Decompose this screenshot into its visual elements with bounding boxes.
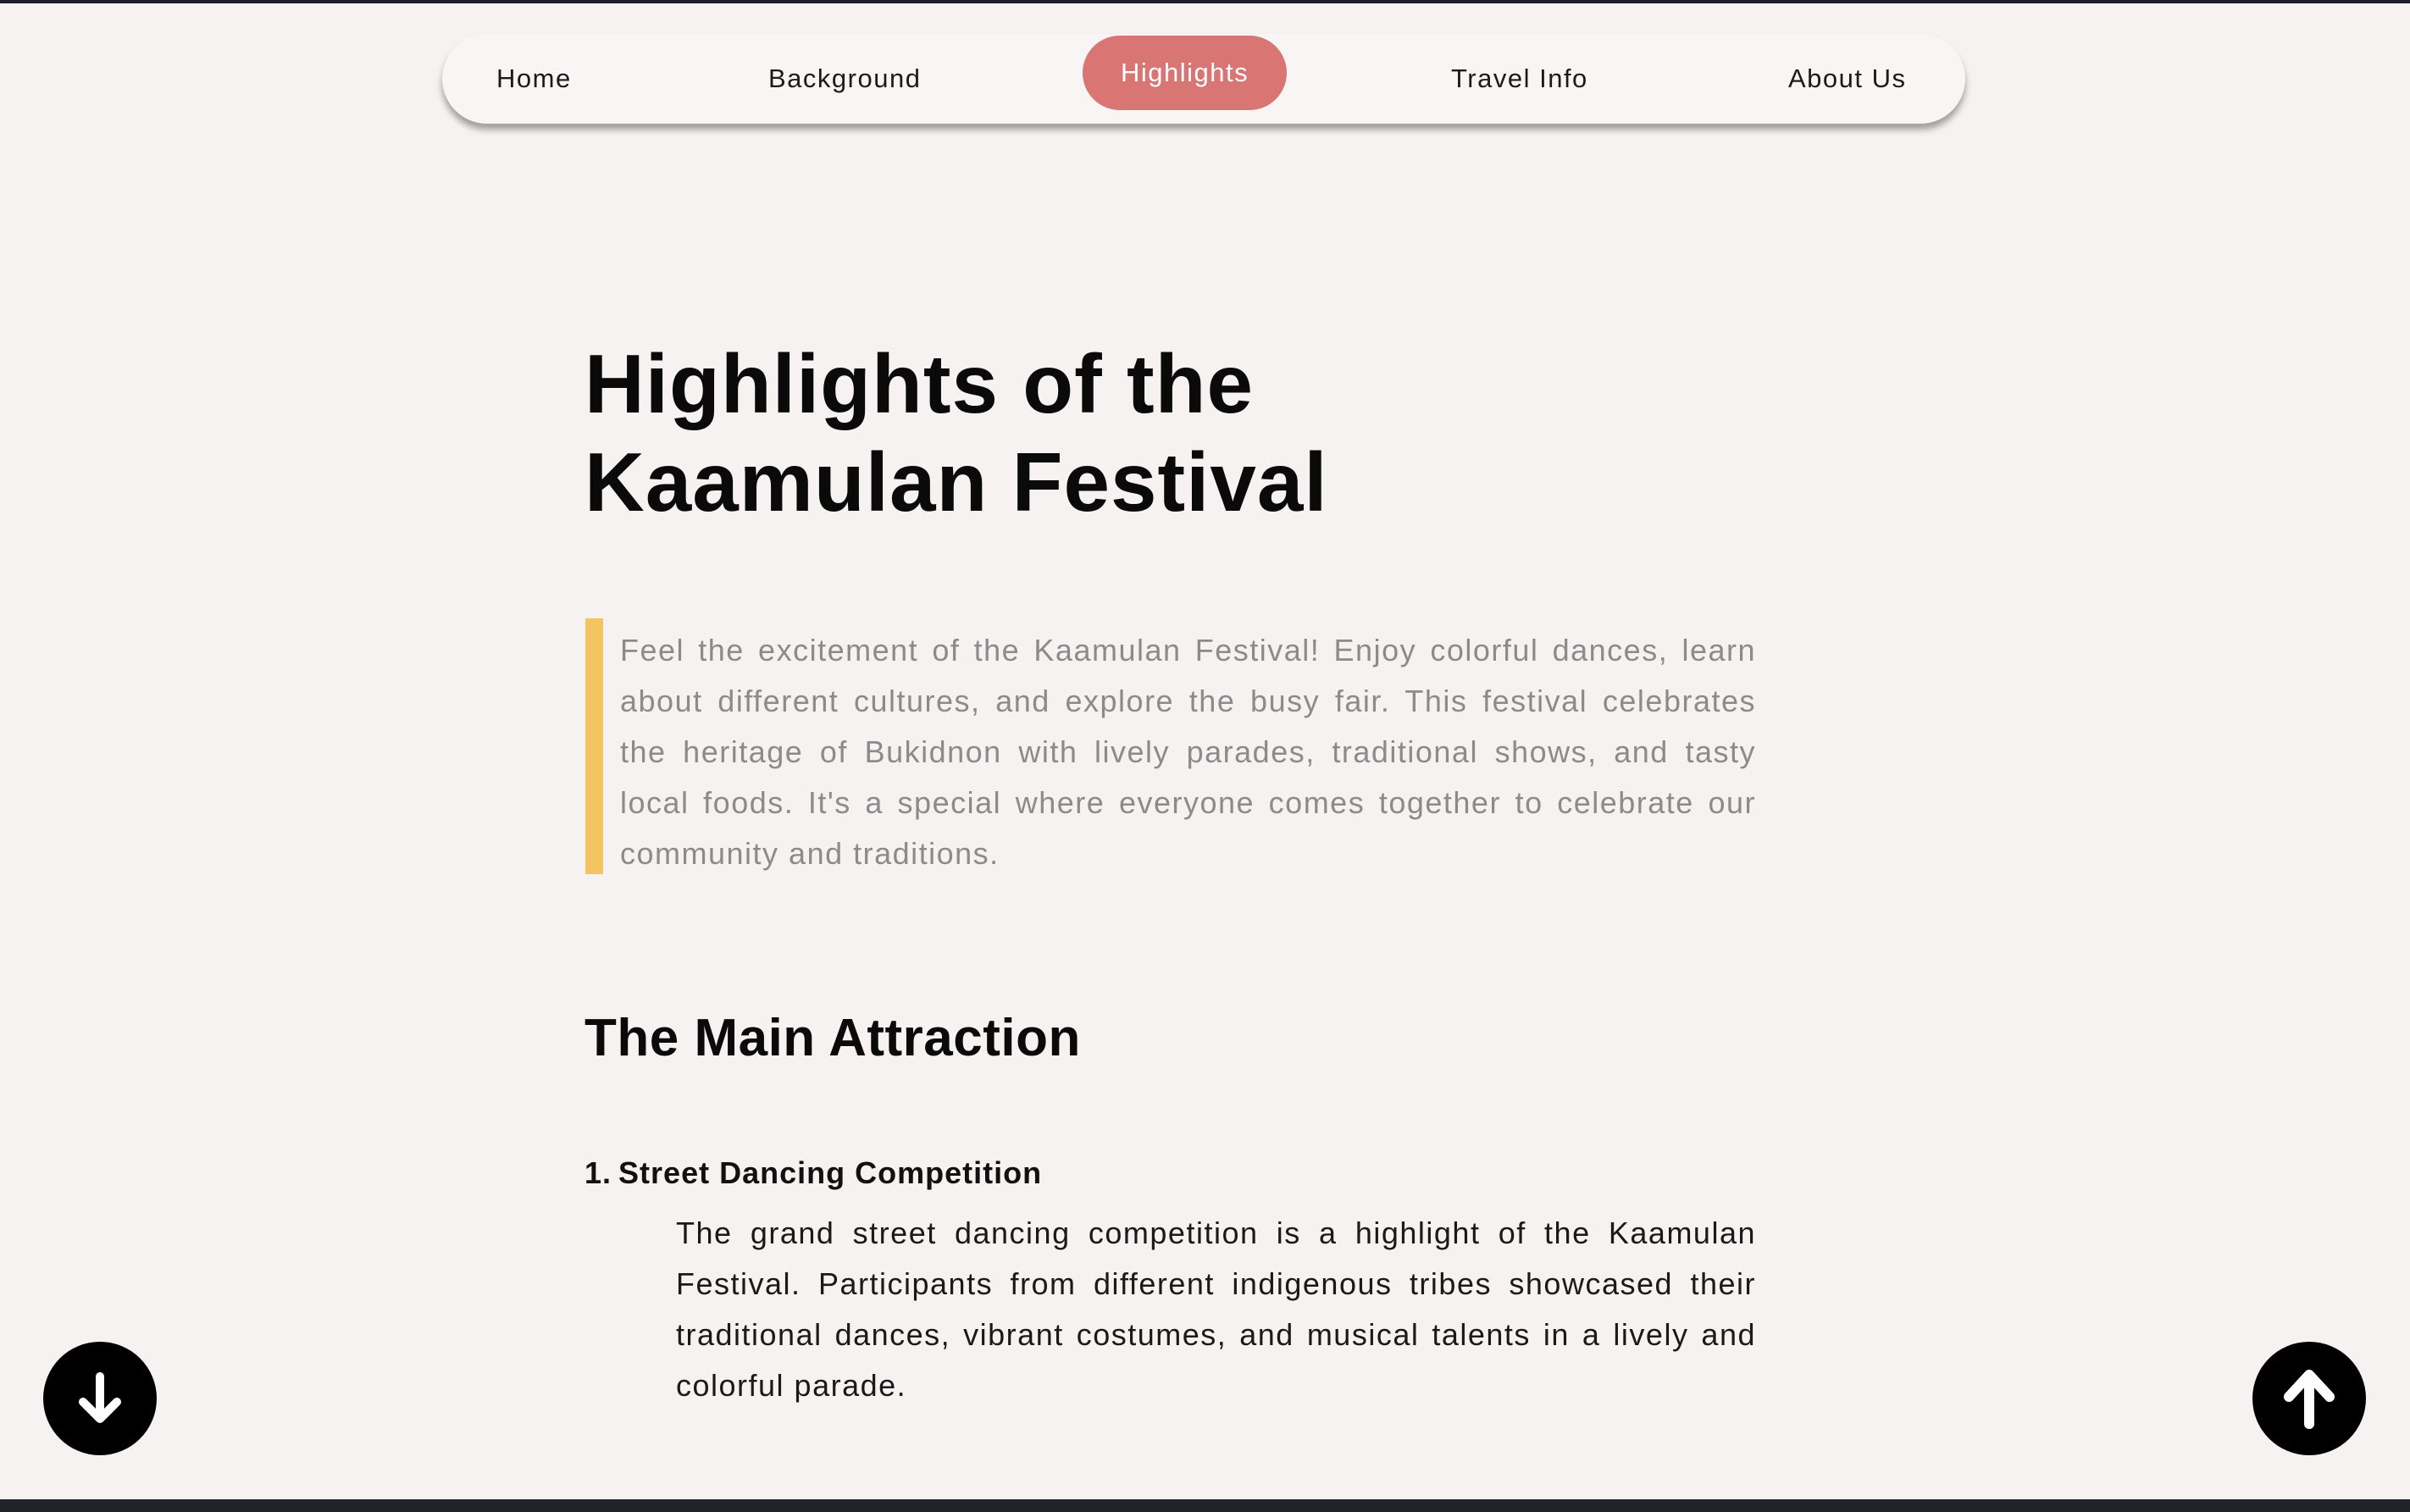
attraction-item-title: 1. Street Dancing Competition [584,1152,1042,1194]
page-title-line-2: Kaamulan Festival [584,435,1328,529]
page-title: Highlights of the Kaamulan Festival [584,335,1516,531]
scroll-down-button[interactable] [43,1342,157,1455]
nav-item-home[interactable]: Home [496,34,572,124]
nav-item-background[interactable]: Background [768,34,921,124]
page-title-line-1: Highlights of the [584,337,1254,430]
arrow-up-icon [2284,1370,2335,1429]
attraction-item-description: The grand street dancing competition is … [676,1216,1756,1403]
nav-item-highlights[interactable]: Highlights [1083,36,1288,110]
window-top-edge [0,0,2410,3]
intro-quote: Feel the excitement of the Kaamulan Fest… [585,618,1756,874]
nav-item-travel-info[interactable]: Travel Info [1451,34,1588,124]
section-heading-main-attraction: The Main Attraction [584,1009,1081,1067]
nav-item-about-us[interactable]: About Us [1788,34,1907,124]
arrow-down-icon [79,1372,121,1423]
window-bottom-edge [0,1499,2410,1512]
intro-text: Feel the excitement of the Kaamulan Fest… [620,633,1756,871]
scroll-up-button[interactable] [2252,1342,2366,1455]
attraction-item-number: 1. [584,1155,612,1190]
attraction-item-title-text: Street Dancing Competition [618,1155,1043,1190]
main-nav: Home Background Highlights Travel Info A… [442,34,1965,124]
